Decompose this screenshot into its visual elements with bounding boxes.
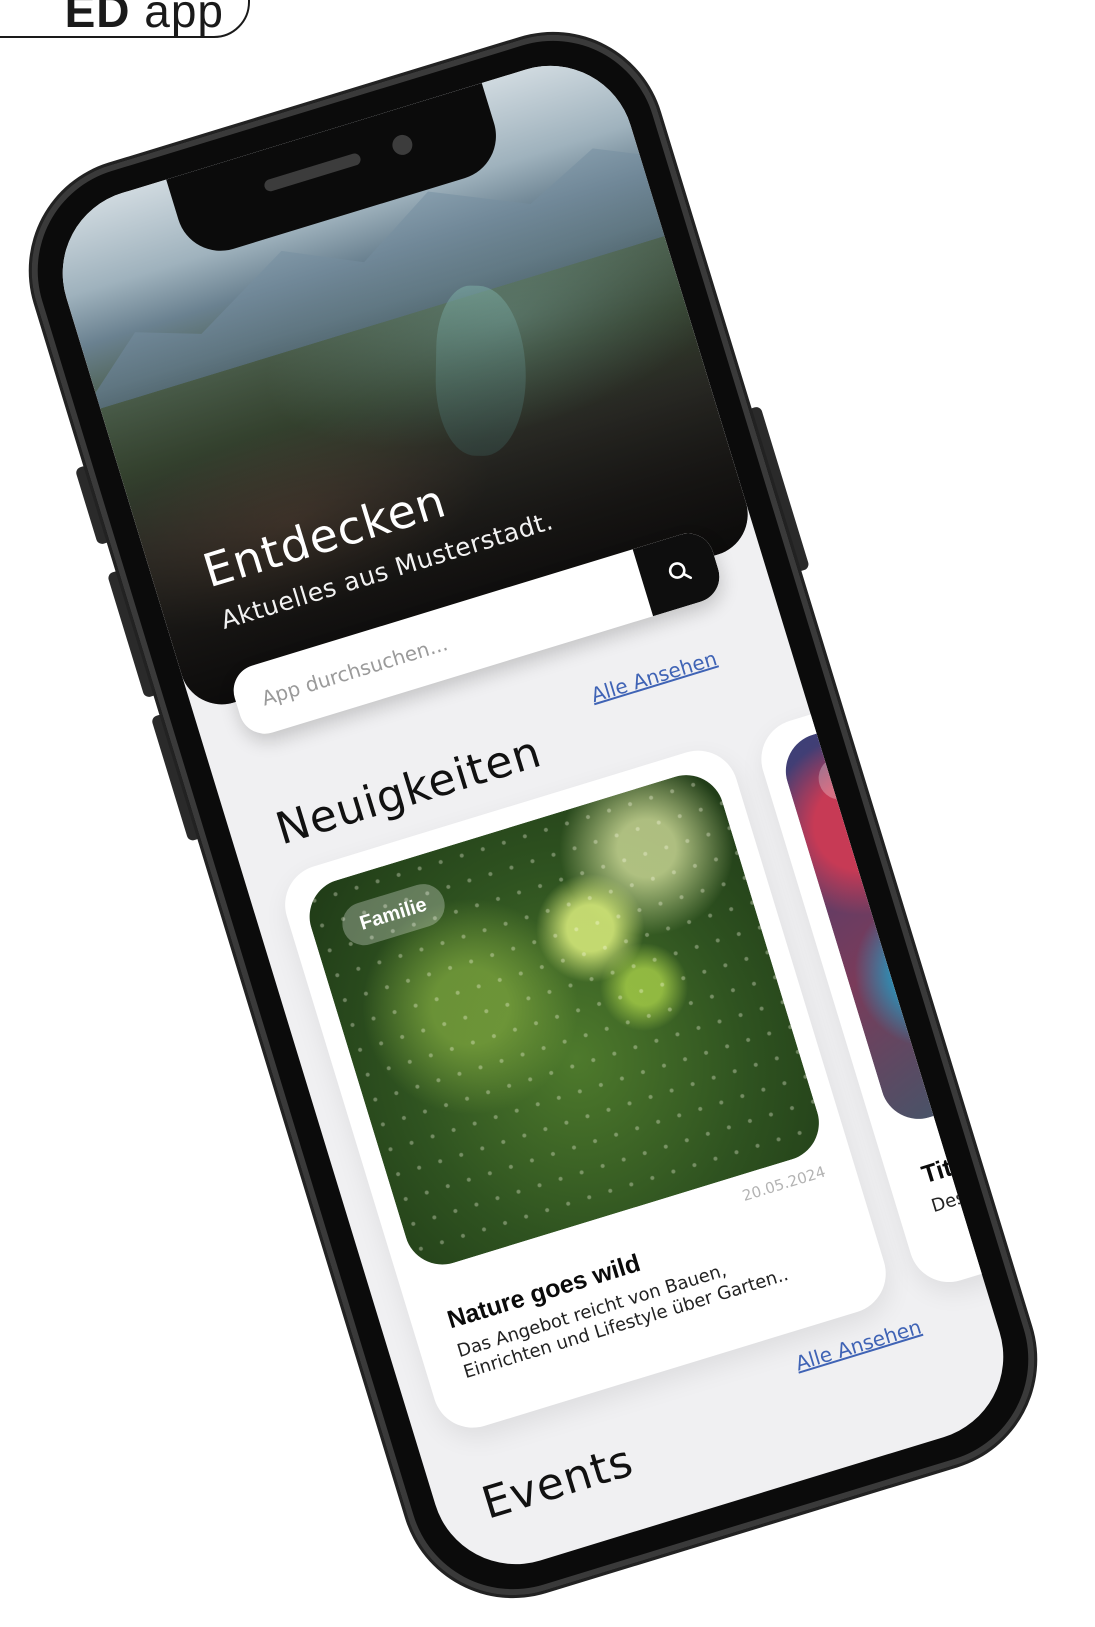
search-icon xyxy=(668,562,693,580)
logo-text: ED app xyxy=(64,0,224,37)
app-logo: ED app xyxy=(0,0,250,38)
front-camera xyxy=(389,132,415,158)
phone-mockup: Entdecken Aktuelles aus Musterstadt. All… xyxy=(4,7,1062,1623)
events-section-title: Events xyxy=(476,1435,640,1530)
speaker-grille xyxy=(262,152,363,193)
news-view-all-link[interactable]: Alle Ansehen xyxy=(588,646,720,707)
